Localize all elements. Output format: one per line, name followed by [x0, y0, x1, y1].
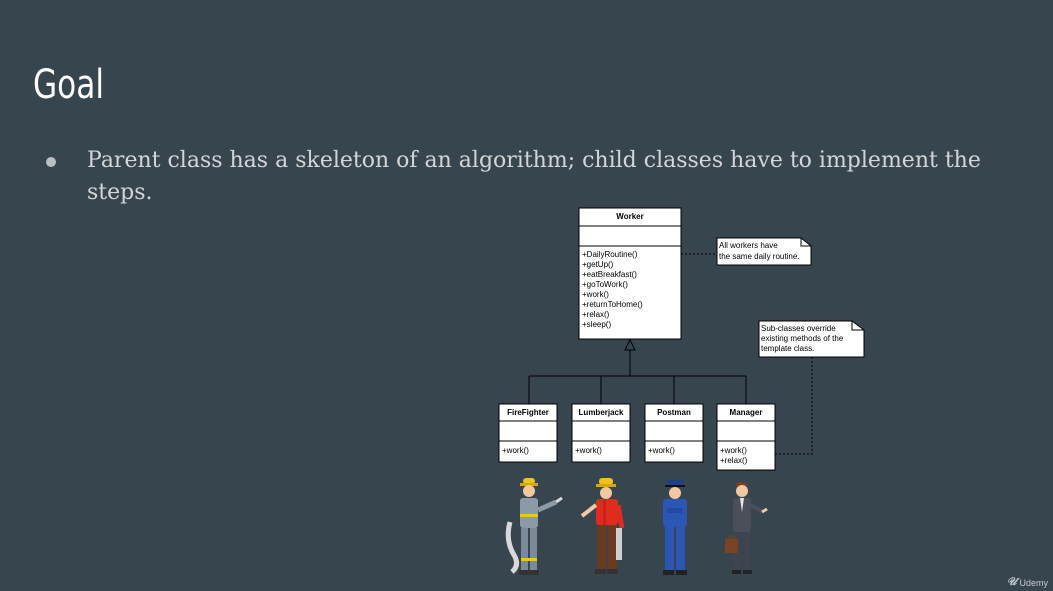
postman-class: Postman +work(): [644, 403, 704, 463]
postman-method: +work(): [648, 446, 675, 455]
firefighter-method: +work(): [502, 446, 529, 455]
manager-figure: [725, 482, 768, 574]
note-children-line: Sub-classes override: [761, 324, 836, 333]
note-parent-line: the same daily routine.: [719, 252, 800, 261]
note-parent: All workers have the same daily routine.: [681, 237, 812, 266]
manager-method: +work(): [720, 446, 747, 455]
worker-class: Worker +DailyRoutine() +getUp() +eatBrea…: [578, 207, 682, 340]
worker-method: +getUp(): [582, 260, 614, 269]
worker-method: +returnToHome(): [582, 300, 643, 309]
firefighter-figure: [505, 478, 563, 575]
worker-method: +goToWork(): [582, 280, 628, 289]
manager-class-name: Manager: [730, 408, 763, 417]
lumberjack-figure: [580, 478, 625, 574]
worker-method: +work(): [582, 290, 609, 299]
worker-class-name: Worker: [616, 212, 643, 221]
udemy-icon: 𝒰: [1006, 576, 1017, 588]
lumberjack-class: Lumberjack +work(): [571, 403, 631, 463]
udemy-logo: 𝒰 Udemy: [1007, 576, 1048, 589]
worker-method: +eatBreakfast(): [582, 270, 637, 279]
postman-class-name: Postman: [657, 408, 691, 417]
worker-method: +DailyRoutine(): [582, 250, 638, 259]
note-children-line: existing methods of the: [761, 334, 844, 343]
udemy-wordmark: Udemy: [1019, 577, 1048, 588]
note-children-line: template class.: [761, 344, 814, 353]
uml-diagram: Worker +DailyRoutine() +getUp() +eatBrea…: [498, 207, 865, 575]
worker-method: +relax(): [582, 310, 610, 319]
firefighter-class: FireFighter +work(): [498, 403, 558, 463]
manager-class: Manager +work() +relax(): [716, 403, 776, 471]
inheritance-connector: [528, 338, 747, 404]
note-parent-line: All workers have: [719, 241, 778, 250]
lumberjack-method: +work(): [575, 446, 602, 455]
worker-method: +sleep(): [582, 320, 611, 329]
postman-figure: [663, 480, 687, 575]
manager-method: +relax(): [720, 456, 748, 465]
firefighter-class-name: FireFighter: [507, 408, 549, 417]
lumberjack-class-name: Lumberjack: [579, 408, 624, 417]
